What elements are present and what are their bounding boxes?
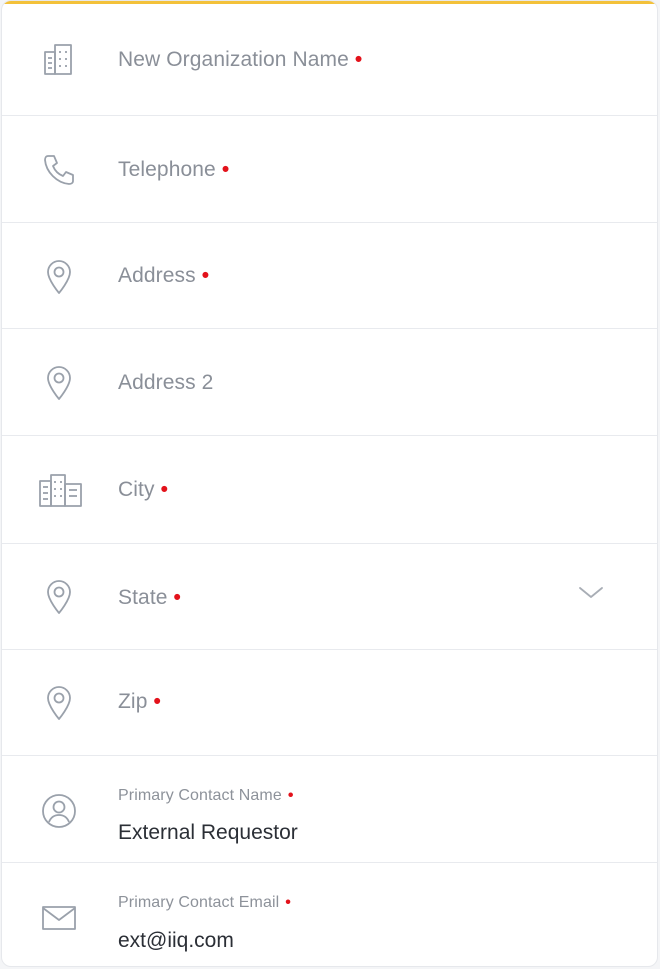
city-field[interactable]: City • [2,436,657,544]
state-label: State • [118,586,181,609]
required-marker: • [287,787,294,804]
primary-contact-name-field[interactable]: Primary Contact Name • External Requestor [2,756,657,863]
required-marker: • [221,158,230,181]
zip-field[interactable]: Zip • [2,650,657,756]
primary-contact-email-field[interactable]: Primary Contact Email • ext@iiq.com [2,863,657,966]
address-label: Address • [118,264,210,287]
city-label: City • [118,478,169,501]
primary-contact-name-value[interactable]: External Requestor [118,821,298,845]
map-pin-icon [38,256,80,298]
required-marker: • [173,586,181,609]
zip-label: Zip • [118,690,161,713]
required-marker: • [201,264,210,287]
required-marker: • [285,894,291,911]
new-organization-form: New Organization Name • Telephone • Addres… [1,0,658,967]
required-marker: • [153,690,161,713]
envelope-icon [38,897,80,939]
state-select[interactable]: State • [2,544,657,650]
address-2-label: Address 2 [118,371,214,394]
map-pin-icon [38,576,80,618]
primary-contact-email-value[interactable]: ext@iiq.com [118,929,234,953]
primary-contact-name-label: Primary Contact Name • [118,787,294,804]
address-2-field[interactable]: Address 2 [2,329,657,436]
required-marker: • [160,478,169,501]
office-building-icon [38,39,80,81]
phone-icon [38,149,80,191]
address-field[interactable]: Address • [2,223,657,329]
telephone-field[interactable]: Telephone • [2,116,657,223]
map-pin-icon [38,682,80,724]
telephone-label: Telephone • [118,158,230,181]
organization-name-label: New Organization Name • [118,48,363,71]
user-circle-icon [38,790,80,832]
chevron-down-icon[interactable] [577,584,605,600]
organization-name-field[interactable]: New Organization Name • [2,1,657,116]
city-buildings-icon [36,469,86,511]
primary-contact-email-label: Primary Contact Email • [118,894,291,911]
map-pin-icon [38,362,80,404]
required-marker: • [354,48,363,71]
